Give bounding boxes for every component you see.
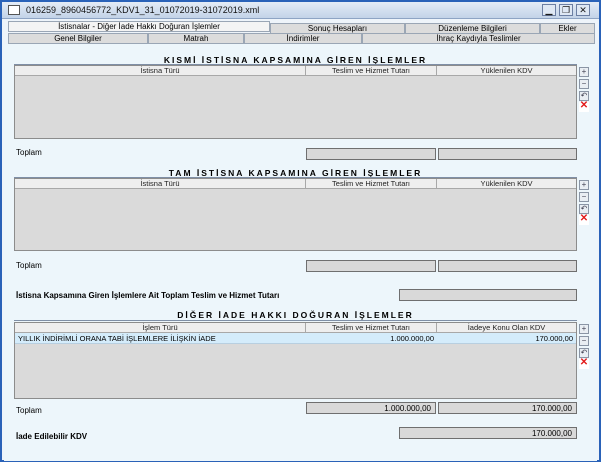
divider	[14, 320, 577, 321]
title-bar: 016259_8960456772_KDV1_31_01072019-31072…	[2, 2, 599, 19]
kismi-toplam-kdv-field[interactable]	[438, 148, 577, 160]
add-row-icon[interactable]: +	[579, 324, 589, 334]
table-row[interactable]: YILLIK İNDİRİMLİ ORANA TABİ İŞLEMLERE İL…	[15, 333, 576, 344]
istisna-toplam-label: İstisna Kapsamına Giren İşlemlere Ait To…	[16, 291, 280, 300]
row-islem-turu: YILLIK İNDİRİMLİ ORANA TABİ İŞLEMLERE İL…	[18, 334, 216, 343]
grid-header: İşlem Türü Teslim ve Hizmet Tutarı İadey…	[15, 323, 576, 333]
app-window: 016259_8960456772_KDV1_31_01072019-31072…	[0, 0, 601, 462]
row-iade-kdv: 170.000,00	[535, 334, 573, 343]
diger-toplam-label: Toplam	[16, 406, 42, 415]
remove-row-icon[interactable]: −	[579, 336, 589, 346]
tam-toplam-kdv-field[interactable]	[438, 260, 577, 272]
col-yuklenilen-kdv[interactable]: Yüklenilen KDV	[437, 179, 576, 189]
delete-icon[interactable]: ✕	[579, 101, 589, 112]
delete-icon[interactable]: ✕	[579, 358, 589, 369]
col-iadeye-konu-kdv[interactable]: İadeye Konu Olan KDV	[437, 323, 576, 333]
col-teslim-hizmet-tutari[interactable]: Teslim ve Hizmet Tutarı	[306, 66, 437, 76]
add-row-icon[interactable]: +	[579, 67, 589, 77]
diger-iade-title: DİĞER İADE HAKKI DOĞURAN İŞLEMLER	[177, 310, 414, 320]
col-istisna-turu[interactable]: İstisna Türü	[15, 179, 306, 189]
iade-edilebilir-kdv-field[interactable]: 170.000,00	[399, 427, 577, 439]
col-teslim-hizmet-tutari[interactable]: Teslim ve Hizmet Tutarı	[306, 179, 437, 189]
col-yuklenilen-kdv[interactable]: Yüklenilen KDV	[437, 66, 576, 76]
istisna-toplam-field[interactable]	[399, 289, 577, 301]
grid-header: İstisna Türü Teslim ve Hizmet Tutarı Yük…	[15, 179, 576, 189]
grid-header: İstisna Türü Teslim ve Hizmet Tutarı Yük…	[15, 66, 576, 76]
tam-istisna-grid[interactable]: İstisna Türü Teslim ve Hizmet Tutarı Yük…	[14, 178, 577, 251]
diger-toplam-kdv-field[interactable]: 170.000,00	[438, 402, 577, 414]
col-istisna-turu[interactable]: İstisna Türü	[15, 66, 306, 76]
close-icon[interactable]: ✕	[576, 4, 590, 16]
diger-toplam-teslim-field[interactable]: 1.000.000,00	[306, 402, 436, 414]
window-title: 016259_8960456772_KDV1_31_01072019-31072…	[26, 5, 260, 15]
tab-genel-bilgiler[interactable]: Genel Bilgiler	[8, 33, 148, 44]
tam-toplam-teslim-field[interactable]	[306, 260, 436, 272]
remove-row-icon[interactable]: −	[579, 192, 589, 202]
document-icon	[8, 5, 20, 15]
form-panel: KISMİ İSTİSNA KAPSAMINA GİREN İŞLEMLER İ…	[4, 44, 597, 461]
tam-toplam-label: Toplam	[16, 261, 42, 270]
tab-istisnalar[interactable]: İstisnalar - Diğer İade Hakkı Doğuran İş…	[8, 21, 270, 32]
minimize-icon[interactable]: ▁	[542, 4, 556, 16]
kismi-toplam-teslim-field[interactable]	[306, 148, 436, 160]
diger-iade-grid[interactable]: İşlem Türü Teslim ve Hizmet Tutarı İadey…	[14, 322, 577, 399]
tab-matrah[interactable]: Matrah	[148, 33, 244, 44]
restore-icon[interactable]: ❐	[559, 4, 573, 16]
tab-indirimler[interactable]: İndirimler	[244, 33, 362, 44]
kismi-toplam-label: Toplam	[16, 148, 42, 157]
iade-edilebilir-kdv-label: İade Edilebilir KDV	[16, 432, 88, 441]
col-islem-turu[interactable]: İşlem Türü	[15, 323, 306, 333]
delete-icon[interactable]: ✕	[579, 214, 589, 225]
add-row-icon[interactable]: +	[579, 180, 589, 190]
row-teslim-tutari: 1.000.000,00	[390, 334, 434, 343]
kismi-istisna-grid[interactable]: İstisna Türü Teslim ve Hizmet Tutarı Yük…	[14, 65, 577, 139]
remove-row-icon[interactable]: −	[579, 79, 589, 89]
col-teslim-hizmet-tutari[interactable]: Teslim ve Hizmet Tutarı	[306, 323, 437, 333]
tab-ihrac-kaydiyla-teslimler[interactable]: İhraç Kaydıyla Teslimler	[362, 33, 595, 44]
